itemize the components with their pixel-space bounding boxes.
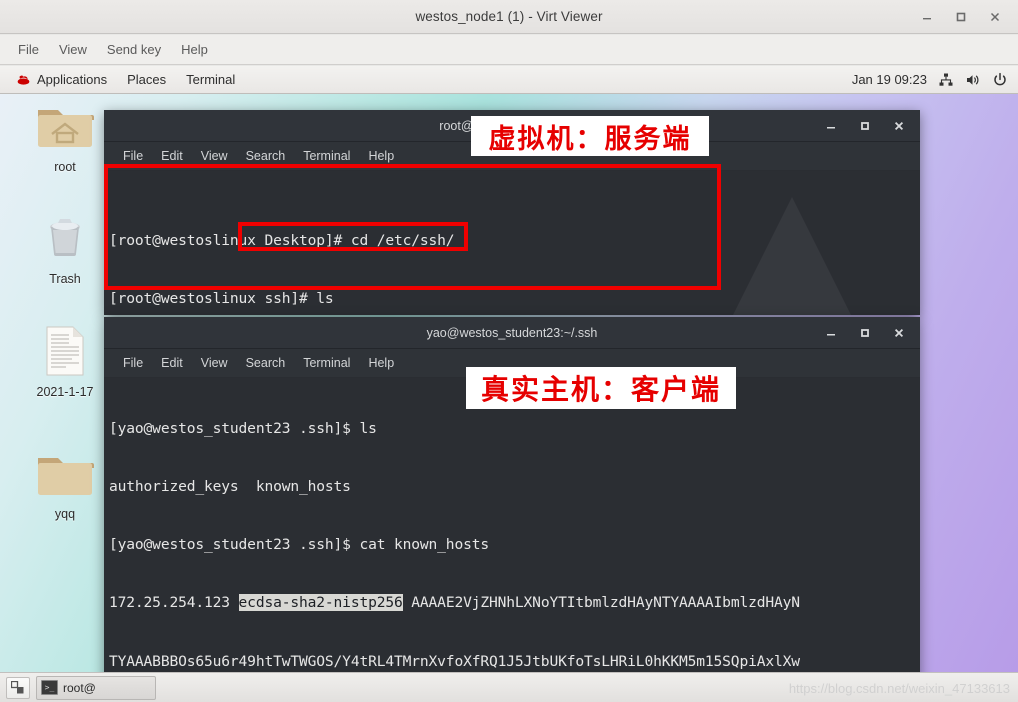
volume-icon[interactable] xyxy=(964,71,981,88)
terminal-known-hosts-line: 172.25.254.123 ecdsa-sha2-nistp256 AAAAE… xyxy=(109,593,920,612)
gnome-panel-left: Applications Places Terminal xyxy=(0,70,245,89)
menu-edit[interactable]: Edit xyxy=(152,354,192,372)
terminal-line: [yao@westos_student23 .ssh]$ cat known_h… xyxy=(109,536,489,554)
terminal-server-output[interactable]: [root@westoslinux Desktop]# cd /etc/ssh/… xyxy=(104,171,920,315)
menu-edit[interactable]: Edit xyxy=(152,147,192,165)
folder-icon xyxy=(36,453,94,504)
terminal-menu[interactable]: Terminal xyxy=(176,70,245,89)
menu-search[interactable]: Search xyxy=(237,354,295,372)
terminal-icon: >_ xyxy=(41,680,58,695)
terminal-line: [root@westoslinux Desktop]# cd /etc/ssh/ xyxy=(109,232,455,250)
annotation-label-client: 真实主机：客户端 xyxy=(466,367,736,409)
gnome-panel-right: Jan 19 09:23 xyxy=(852,71,1018,88)
clock[interactable]: Jan 19 09:23 xyxy=(852,72,927,87)
redhat-icon xyxy=(16,72,31,87)
document-icon xyxy=(44,325,86,382)
menu-view[interactable]: View xyxy=(192,147,237,165)
network-icon[interactable] xyxy=(937,71,954,88)
desktop-icon-document[interactable]: 2021-1-17 xyxy=(19,325,111,399)
watermark: https://blog.csdn.net/weixin_47133613 xyxy=(788,681,1010,696)
key-fragment: AAAAE2VjZHNhLXNoYTItbmlzdHAyNTYAAAAIbmlz… xyxy=(402,594,800,612)
minimize-icon[interactable] xyxy=(814,317,848,349)
annotation-label-server: 虚拟机：服务端 xyxy=(471,116,709,156)
virt-viewer-window-controls xyxy=(910,0,1012,34)
menu-send-key[interactable]: Send key xyxy=(97,39,171,60)
desktop-icon-label: root xyxy=(54,160,76,174)
desktop-icon-label: Trash xyxy=(49,272,81,286)
power-icon[interactable] xyxy=(991,71,1008,88)
menu-help[interactable]: Help xyxy=(359,354,403,372)
minimize-icon[interactable] xyxy=(910,0,944,34)
terminal-line: TYAAABBBOs65u6r49htTwTWGOS/Y4tRL4TMrnXvf… xyxy=(109,652,800,670)
menu-help[interactable]: Help xyxy=(359,147,403,165)
close-icon[interactable] xyxy=(882,317,916,349)
desktop-icon-yqq[interactable]: yqq xyxy=(19,453,111,521)
virt-viewer-titlebar: westos_node1 (1) - Virt Viewer xyxy=(0,0,1018,34)
maximize-icon[interactable] xyxy=(848,110,882,142)
desktop-icon-root[interactable]: root xyxy=(19,102,111,174)
show-desktop-icon[interactable] xyxy=(6,676,30,699)
desktop-area: root Trash 2021-1-17 yqq File Edit View … xyxy=(0,94,1018,672)
terminal-client-titlebar: yao@westos_student23:~/.ssh xyxy=(104,317,920,349)
maximize-icon[interactable] xyxy=(848,317,882,349)
terminal-line: [root@westoslinux ssh]# ls xyxy=(109,290,334,308)
places-menu[interactable]: Places xyxy=(117,70,176,89)
menu-terminal[interactable]: Terminal xyxy=(294,354,359,372)
terminal-client-window-controls xyxy=(814,317,916,349)
minimize-icon[interactable] xyxy=(814,110,848,142)
terminal-server-window-controls xyxy=(814,110,916,142)
terminal-line: authorized_keys known_hosts xyxy=(109,478,351,496)
virt-viewer-title: westos_node1 (1) - Virt Viewer xyxy=(415,9,603,24)
trash-icon xyxy=(40,214,90,269)
terminal-client-output[interactable]: [yao@westos_student23 .ssh]$ ls authoriz… xyxy=(104,378,920,672)
applications-label: Applications xyxy=(37,72,108,87)
menu-help[interactable]: Help xyxy=(171,39,218,60)
desktop-icon-trash[interactable]: Trash xyxy=(19,214,111,286)
close-icon[interactable] xyxy=(978,0,1012,34)
maximize-icon[interactable] xyxy=(944,0,978,34)
host-address: 172.25.254.123 xyxy=(109,594,239,612)
taskbar-task-terminal[interactable]: >_ root@ xyxy=(36,675,156,700)
desktop-icon-label: 2021-1-17 xyxy=(36,385,94,399)
menu-view[interactable]: View xyxy=(192,354,237,372)
virt-viewer-window: westos_node1 (1) - Virt Viewer File View… xyxy=(0,0,1018,702)
applications-menu[interactable]: Applications xyxy=(6,70,117,89)
menu-file[interactable]: File xyxy=(114,147,152,165)
gnome-top-panel: Applications Places Terminal Jan 19 09:2… xyxy=(0,66,1018,94)
virt-viewer-menubar: File View Send key Help xyxy=(0,35,1018,65)
menu-view[interactable]: View xyxy=(49,39,97,60)
close-icon[interactable] xyxy=(882,110,916,142)
home-folder-icon xyxy=(36,102,94,157)
terminal-line: [yao@westos_student23 .ssh]$ ls xyxy=(109,419,377,437)
menu-search[interactable]: Search xyxy=(237,147,295,165)
menu-terminal[interactable]: Terminal xyxy=(294,147,359,165)
terminal-client-title: yao@westos_student23:~/.ssh xyxy=(426,325,598,340)
menu-file[interactable]: File xyxy=(8,39,49,60)
menu-file[interactable]: File xyxy=(114,354,152,372)
keytype-highlighted: ecdsa-sha2-nistp256 xyxy=(238,594,403,612)
taskbar-task-label: root@ xyxy=(63,680,96,695)
desktop-icon-label: yqq xyxy=(54,507,76,521)
